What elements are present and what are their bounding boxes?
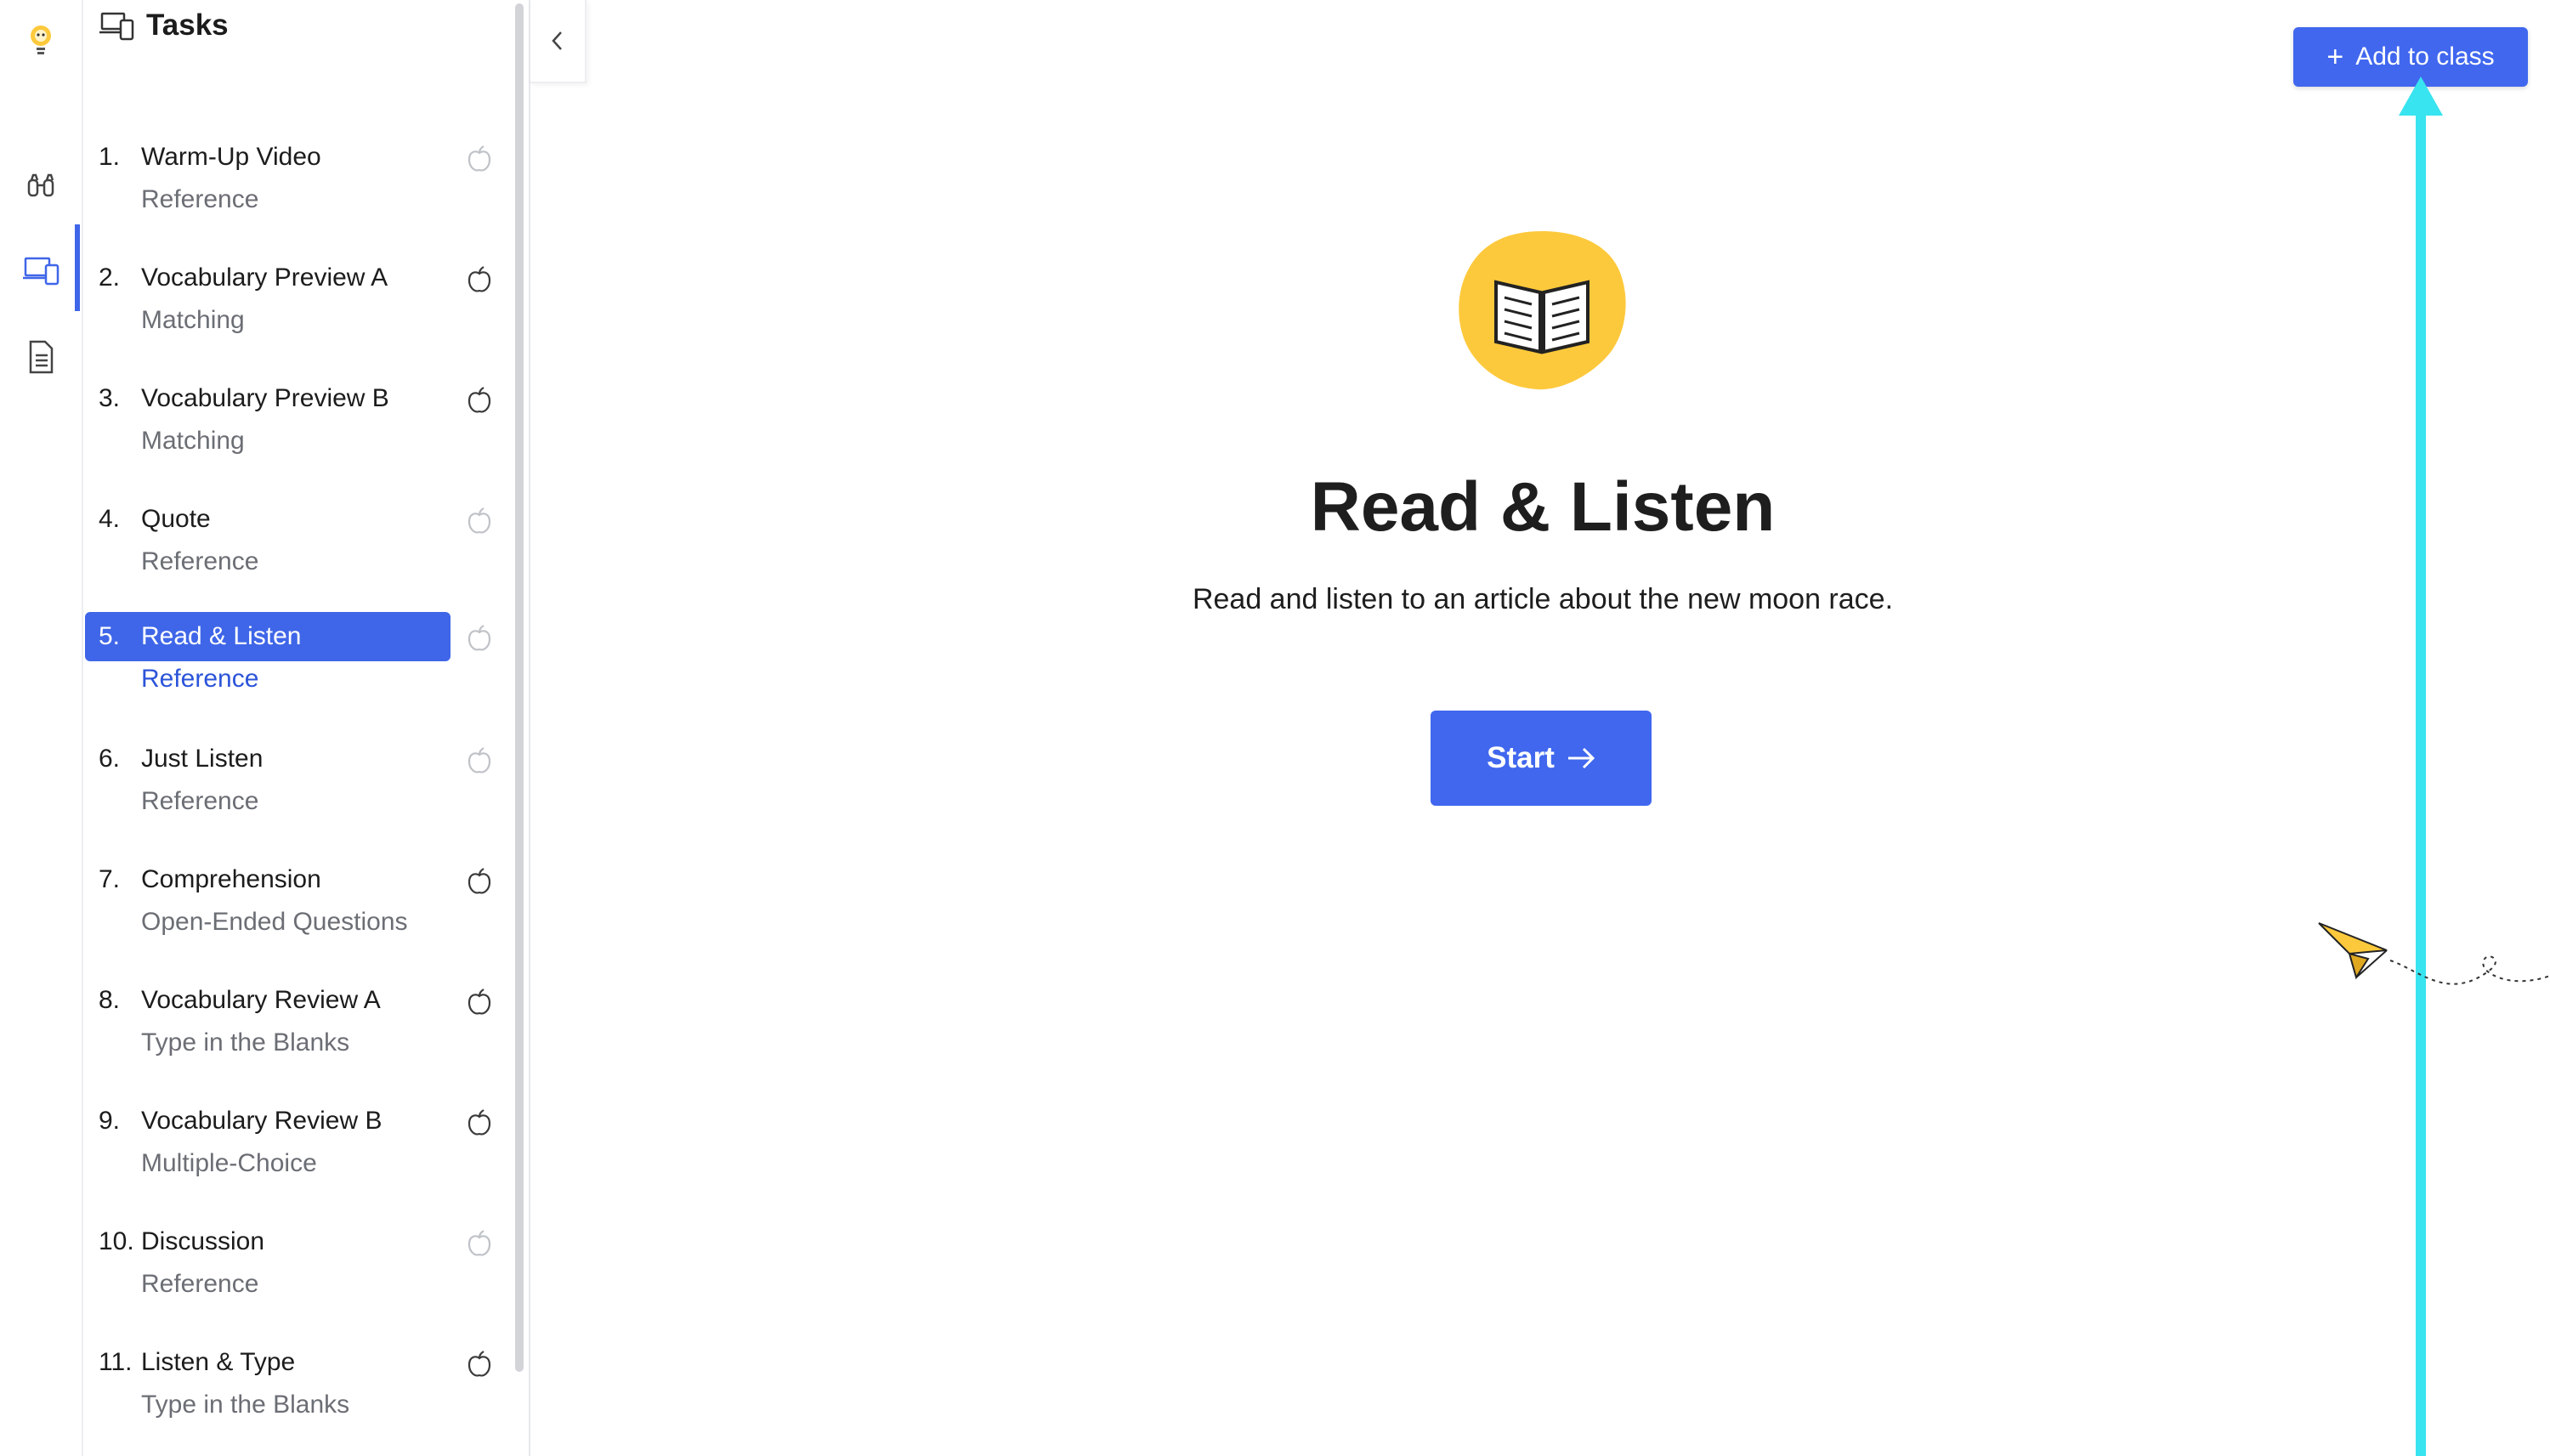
task-title: Read & Listen xyxy=(141,622,302,650)
active-indicator xyxy=(75,224,80,311)
task-description: Read and listen to an article about the … xyxy=(1192,583,1894,615)
panel-scrollbar[interactable] xyxy=(515,3,524,1372)
panel-header: Tasks xyxy=(99,0,229,51)
apple-outline-icon xyxy=(468,145,491,172)
task-type: Matching xyxy=(141,427,245,455)
task-title: Discussion xyxy=(141,1227,265,1255)
apple-icon xyxy=(468,1109,491,1136)
task-type: Matching xyxy=(141,306,245,334)
task-title: Comprehension xyxy=(141,865,321,893)
task-item[interactable]: 8. Vocabulary Review A Type in the Blanks xyxy=(83,976,508,1078)
task-item[interactable]: 3. Vocabulary Preview B Matching xyxy=(83,374,508,476)
task-item[interactable]: 11. Listen & Type Type in the Blanks xyxy=(83,1338,508,1440)
document-icon[interactable] xyxy=(20,337,61,377)
start-button[interactable]: Start xyxy=(1431,711,1652,806)
task-type: Type in the Blanks xyxy=(141,1028,350,1057)
open-book-icon xyxy=(1459,231,1626,390)
devices-icon xyxy=(99,12,134,41)
task-title: Warm-Up Video xyxy=(141,143,321,171)
task-item[interactable]: 1. Warm-Up Video Reference xyxy=(83,133,508,235)
apple-outline-icon xyxy=(468,625,491,651)
task-title: Vocabulary Review B xyxy=(141,1107,382,1135)
task-type: Open-Ended Questions xyxy=(141,908,408,936)
task-item[interactable]: 9. Vocabulary Review B Multiple-Choice xyxy=(83,1096,508,1198)
task-item-selected[interactable]: 5. Read & Listen Reference xyxy=(83,612,508,714)
task-title: Vocabulary Review A xyxy=(141,986,381,1014)
paper-plane-icon xyxy=(2318,922,2550,985)
collapse-panel-button[interactable] xyxy=(530,0,586,83)
apple-outline-icon xyxy=(468,747,491,773)
task-title: Quote xyxy=(141,505,211,533)
apple-outline-icon xyxy=(468,507,491,534)
task-type: Type in the Blanks xyxy=(141,1391,350,1419)
apple-icon xyxy=(468,266,491,292)
apple-icon xyxy=(468,989,491,1015)
task-title: Listen & Type xyxy=(141,1348,296,1376)
lightbulb-logo-icon[interactable] xyxy=(20,19,61,59)
binoculars-icon[interactable] xyxy=(20,167,61,207)
task-type: Multiple-Choice xyxy=(141,1149,317,1177)
task-panel: Tasks 1. Warm-Up Video Reference 2. Vocabu… xyxy=(82,0,530,1456)
devices-icon[interactable] xyxy=(20,250,61,291)
panel-title: Tasks xyxy=(146,8,229,42)
plus-icon: + xyxy=(2326,40,2344,73)
task-item[interactable]: 7. Comprehension Open-Ended Questions xyxy=(83,855,508,957)
apple-outline-icon xyxy=(468,1230,491,1256)
task-item[interactable]: 6. Just Listen Reference xyxy=(83,734,508,836)
arrow-right-icon xyxy=(1567,747,1595,769)
page-title: Read & Listen xyxy=(1310,468,1776,546)
task-item[interactable]: 10. Discussion Reference xyxy=(83,1217,508,1319)
task-title: Just Listen xyxy=(141,745,264,773)
apple-icon xyxy=(468,387,491,413)
task-title: Vocabulary Preview B xyxy=(141,384,389,412)
apple-icon xyxy=(468,1351,491,1377)
chevron-left-icon xyxy=(552,31,562,50)
task-type: Reference xyxy=(141,185,259,213)
task-type: Reference xyxy=(141,1270,259,1298)
task-type: Reference xyxy=(141,547,259,575)
task-title: Vocabulary Preview A xyxy=(141,263,388,292)
apple-icon xyxy=(468,868,491,894)
task-type: Reference xyxy=(141,787,259,815)
task-item[interactable]: 4. Quote Reference xyxy=(83,495,508,597)
icon-rail xyxy=(0,0,82,1456)
task-type: Reference xyxy=(141,665,259,693)
task-item[interactable]: 2. Vocabulary Preview A Matching xyxy=(83,253,508,355)
cyan-arrow-annotation xyxy=(2399,76,2443,1456)
